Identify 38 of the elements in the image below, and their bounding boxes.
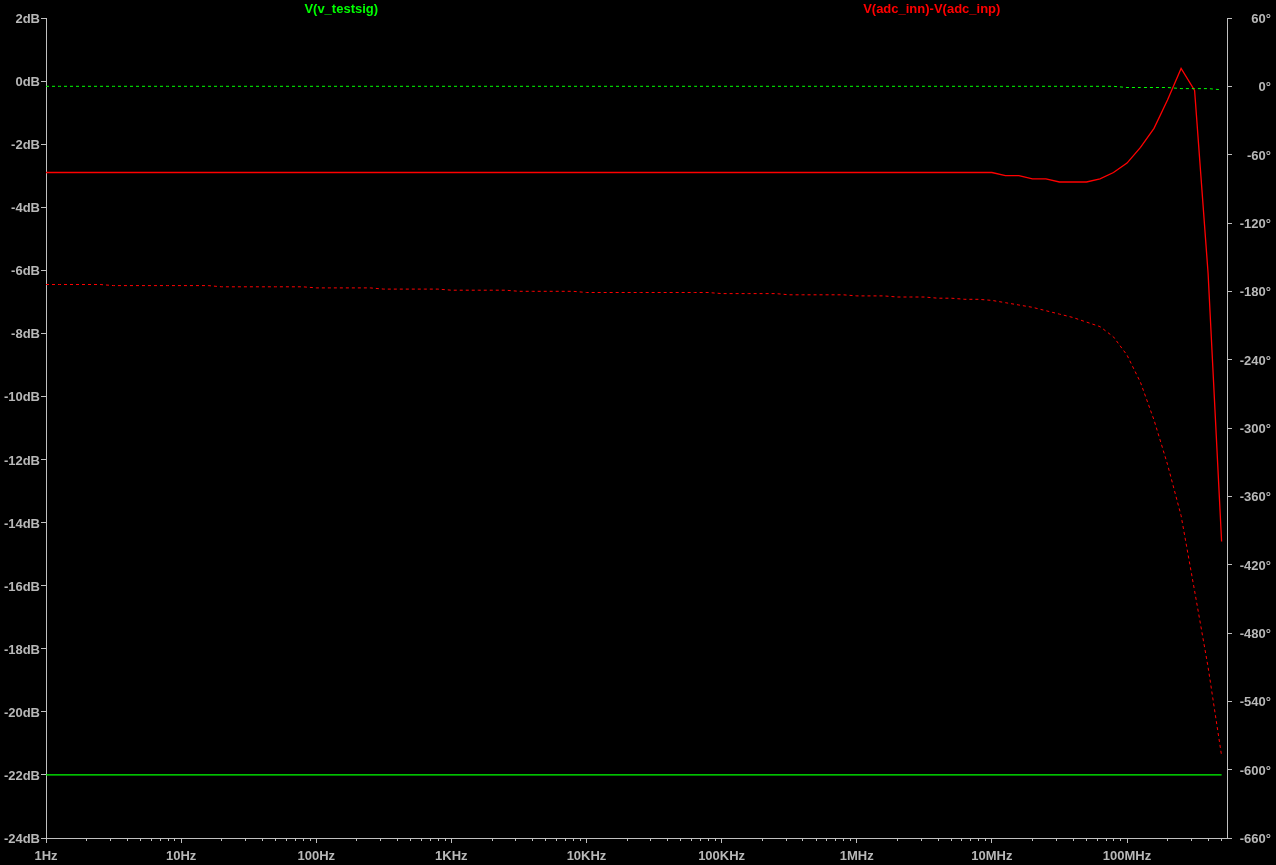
axis-tick-label: -660° <box>1239 831 1271 846</box>
axis-tick-label: -22dB <box>3 767 40 783</box>
axis-tick-label: 1MHz <box>839 848 874 863</box>
axis-tick-label: 10MHz <box>971 848 1013 863</box>
axis-tick-label: -8dB <box>11 326 40 342</box>
axis-tick-label: -120° <box>1239 216 1271 231</box>
axis-tick-label: -20dB <box>3 704 40 720</box>
axis-tick-label: 2dB <box>15 11 40 26</box>
axis-tick-label: -24dB <box>3 831 40 846</box>
axis-tick-label: -180° <box>1239 284 1271 300</box>
axis-tick-label: 1KHz <box>435 848 468 863</box>
axis-tick-label: -12dB <box>3 452 40 468</box>
axis-tick-label: 0° <box>1258 79 1271 95</box>
axis-tick-label: -360° <box>1239 489 1271 505</box>
axis-tick-label: -2dB <box>11 137 40 153</box>
axis-tick-label: -540° <box>1239 694 1271 710</box>
axis-tick-label: 100KHz <box>698 848 746 863</box>
legend-label: V(v_testsig) <box>304 1 379 16</box>
axis-tick-label: 10KHz <box>566 848 607 863</box>
axis-tick-label: -300° <box>1239 421 1271 436</box>
axis-tick-label: -6dB <box>11 263 40 279</box>
axis-tick-label: -16dB <box>3 578 40 594</box>
axis-tick-label: 10Hz <box>165 848 197 863</box>
axis-tick-label: -420° <box>1239 557 1271 573</box>
axis-tick-label: -240° <box>1239 352 1271 368</box>
axis-tick-label: -480° <box>1239 626 1271 641</box>
axis-tick-label: -600° <box>1239 762 1271 778</box>
axis-tick-label: 60° <box>1251 11 1271 26</box>
axis-tick-label: 1Hz <box>34 848 58 863</box>
axis-tick-label: -60° <box>1247 147 1271 163</box>
axis-tick-label: -18dB <box>3 641 40 657</box>
axis-tick-label: 100MHz <box>1102 848 1152 863</box>
axis-tick-label: -14dB <box>3 515 40 531</box>
axis-tick-label: 0dB <box>15 74 40 90</box>
axis-tick-label: 100Hz <box>297 848 336 863</box>
legend-label: V(adc_inn)-V(adc_inp) <box>863 1 1001 16</box>
axis-tick-label: -10dB <box>3 389 40 405</box>
axis-tick-label: -4dB <box>11 200 40 216</box>
